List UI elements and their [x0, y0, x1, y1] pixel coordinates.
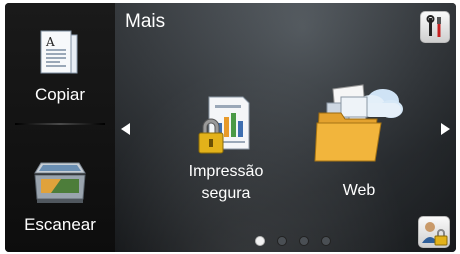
- scanner-icon: [34, 162, 86, 203]
- page-dot-1: [255, 236, 265, 246]
- copy-document-icon: A: [40, 30, 78, 74]
- secure-print-icon: [198, 96, 250, 154]
- secure-print-button[interactable]: Impressão segura: [161, 93, 291, 211]
- secure-user-button[interactable]: [418, 216, 450, 248]
- secure-print-label-line1: Impressão: [188, 163, 264, 180]
- copy-button[interactable]: A Copiar: [5, 3, 115, 121]
- secure-print-label: Impressão segura: [161, 161, 291, 205]
- sidebar-divider: [15, 123, 105, 125]
- secure-print-label-line2: segura: [201, 185, 251, 202]
- scan-button[interactable]: Escanear: [5, 127, 115, 245]
- web-folder-cloud-icon: A: [314, 84, 403, 162]
- sidebar: A Copiar Escanear: [5, 3, 116, 252]
- scan-label: Escanear: [24, 215, 96, 234]
- next-page-arrow[interactable]: [441, 123, 450, 135]
- page-indicator: [255, 236, 335, 246]
- web-button[interactable]: A Web: [289, 73, 429, 211]
- touch-screen: A Copiar Escanear Mais Impressão segura …: [5, 3, 456, 252]
- svg-text:A: A: [45, 35, 55, 49]
- previous-page-arrow[interactable]: [121, 123, 130, 135]
- page-dot-4: [321, 236, 331, 246]
- page-dot-2: [277, 236, 287, 246]
- main-panel: Mais Impressão segura Web: [115, 3, 456, 252]
- page-title: Mais: [125, 11, 166, 32]
- tools-icon: [426, 15, 441, 37]
- user-lock-icon: [422, 222, 448, 246]
- web-label: Web: [342, 182, 376, 199]
- settings-button[interactable]: [420, 11, 450, 43]
- page-dot-3: [299, 236, 309, 246]
- copy-label: Copiar: [34, 85, 86, 104]
